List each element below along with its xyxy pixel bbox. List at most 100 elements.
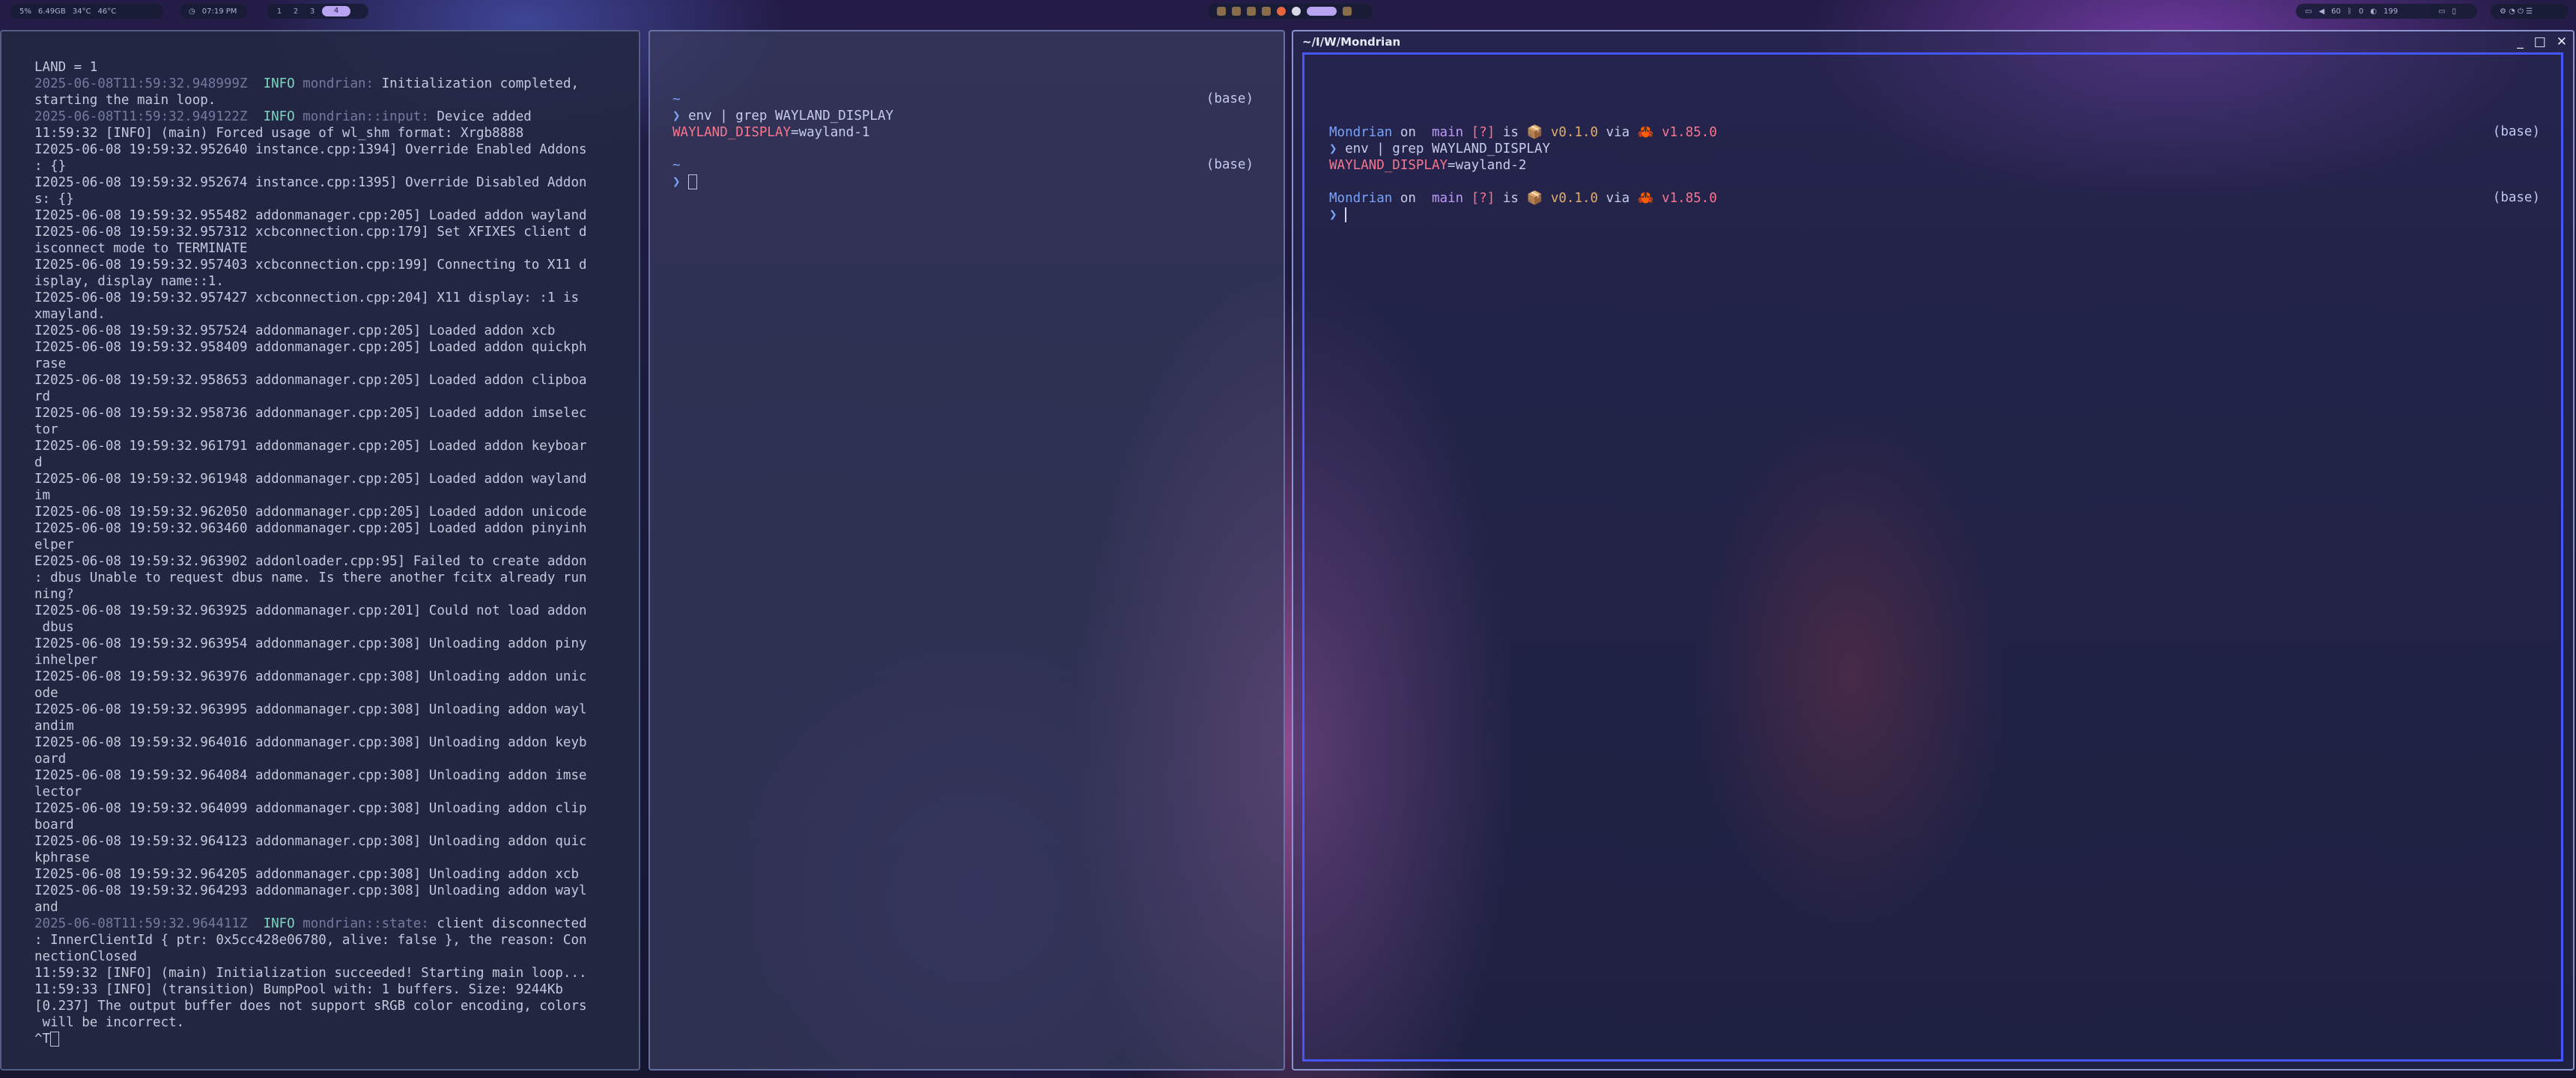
log-line: isconnect mode to TERMINATE <box>34 240 587 257</box>
log-level: INFO <box>263 76 295 91</box>
log-line: I2025-06-08 19:59:32.964293 addonmanager… <box>34 883 587 899</box>
package-version: v0.1.0 <box>1550 191 1599 206</box>
prompt-symbol: ❯ <box>1329 207 1337 222</box>
log-line: board <box>34 817 587 833</box>
log-line: andim <box>34 718 587 734</box>
workspace-3[interactable]: 3 <box>306 7 319 16</box>
log-timestamp: 2025-06-08T11:59:32.949122Z <box>34 109 248 124</box>
workspace-1[interactable]: 1 <box>273 7 286 16</box>
log-level: INFO <box>263 109 295 124</box>
log-text: tor <box>34 422 58 437</box>
log-text: I2025-06-08 19:59:32.961948 addonmanager… <box>34 472 587 487</box>
workspace-4[interactable]: 4 <box>322 6 350 16</box>
log-line: I2025-06-08 19:59:32.962050 addonmanager… <box>34 504 587 520</box>
log-line: I2025-06-08 19:59:32.957403 xcbconnectio… <box>34 257 587 273</box>
terminal-log-output: LAND = 1 2025-06-08T11:59:32.948999Z INFO… <box>34 59 587 1047</box>
maximize-button[interactable]: □ <box>2534 34 2546 49</box>
volume-icon[interactable]: ◀ <box>2318 7 2324 16</box>
log-text: inhelper <box>34 653 98 668</box>
active-app-icon[interactable] <box>1307 7 1337 16</box>
text-cursor[interactable] <box>688 174 698 189</box>
log-line: oard <box>34 751 587 767</box>
chrome-icon[interactable] <box>1292 7 1301 16</box>
display-icon[interactable]: ▭ <box>2305 7 2312 16</box>
archive-icon[interactable] <box>1343 7 1352 16</box>
window-title: ~/I/W/Mondrian <box>1302 35 1401 49</box>
log-line: isplay, display name::1. <box>34 273 587 290</box>
quick-settings[interactable]: ⚙ ◔ ⏻ ☰ <box>2491 4 2569 19</box>
command-text: env | grep WAYLAND_DISPLAY <box>688 109 894 124</box>
system-stats: 5% 6.49GB 34°C 46°C <box>10 4 163 19</box>
log-line: tor <box>34 421 587 438</box>
log-line: 11:59:33 [INFO] (transition) BumpPool wi… <box>34 981 587 998</box>
firefox-icon[interactable] <box>1277 7 1286 16</box>
conda-env-tag: (base) <box>2492 124 2540 139</box>
rust-version: v1.85.0 <box>1662 125 1717 140</box>
clock-pill[interactable]: ◷ 07:19 PM <box>180 4 247 19</box>
terminal-window-log[interactable]: LAND = 1 2025-06-08T11:59:32.948999Z INFO… <box>0 30 640 1071</box>
log-text: I2025-06-08 19:59:32.964123 addonmanager… <box>34 834 587 849</box>
settings-icon[interactable]: ⚙ ◔ ⏻ ☰ <box>2500 7 2533 16</box>
log-message: Device added <box>437 109 532 124</box>
log-text: isplay, display name::1. <box>34 274 224 289</box>
log-line: rd <box>34 389 587 405</box>
archive-icon[interactable] <box>1262 7 1271 16</box>
command-text: env | grep WAYLAND_DISPLAY <box>1345 141 1551 156</box>
log-line: and <box>34 899 587 916</box>
log-text: 11:59:32 [INFO] (main) Initialization su… <box>34 966 587 981</box>
archive-icon[interactable] <box>1232 7 1241 16</box>
log-line: I2025-06-08 19:59:32.964099 addonmanager… <box>34 800 587 817</box>
clock: 07:19 PM <box>201 7 237 16</box>
close-button[interactable]: ✕ <box>2557 34 2567 49</box>
log-text: elper <box>34 538 74 552</box>
log-line: I2025-06-08 19:59:32.964084 addonmanager… <box>34 767 587 784</box>
archive-icon[interactable] <box>1217 7 1226 16</box>
env-value: =wayland-1 <box>791 125 870 140</box>
minimize-button[interactable]: _ <box>2517 34 2524 49</box>
package-version: v0.1.0 <box>1550 125 1599 140</box>
text-cursor[interactable] <box>1345 207 1347 222</box>
env-key: WAYLAND_DISPLAY <box>1329 158 1448 173</box>
log-text: I2025-06-08 19:59:32.958653 addonmanager… <box>34 373 587 388</box>
archive-icon[interactable] <box>1247 7 1256 16</box>
system-tray: ▭ ◀ 60 ᛒ 0 ◐ 199 <box>2296 4 2441 19</box>
prompt-on: on <box>1400 125 1416 140</box>
log-line: I2025-06-08 19:59:32.955482 addonmanager… <box>34 207 587 224</box>
log-line: I2025-06-08 19:59:32.963925 addonmanager… <box>34 603 587 619</box>
git-status: [?] <box>1471 125 1495 140</box>
window-icon[interactable]: ▯ <box>2452 7 2456 16</box>
log-line: I2025-06-08 19:59:32.952674 instance.cpp… <box>34 174 587 191</box>
log-module: mondrian::state: <box>303 916 429 931</box>
log-text: xmayland. <box>34 307 106 322</box>
log-text: LAND = 1 <box>34 60 98 75</box>
cwd-indicator: ~ <box>672 158 681 173</box>
workspace-2[interactable]: 2 <box>289 7 303 16</box>
terminal-window-shell[interactable]: ~ ❯ env | grep WAYLAND_DISPLAY WAYLAND_D… <box>648 30 1285 1071</box>
log-text: dbus <box>34 620 74 635</box>
log-line: I2025-06-08 19:59:32.964016 addonmanager… <box>34 734 587 751</box>
rust-icon: 🦀 <box>1637 191 1654 206</box>
repo-name: Mondrian <box>1329 191 1393 206</box>
log-line: kphrase <box>34 850 587 866</box>
log-text: will be incorrect. <box>34 1015 185 1030</box>
screen-icon[interactable]: ▭ <box>2438 7 2445 16</box>
log-line: I2025-06-08 19:59:32.963976 addonmanager… <box>34 669 587 685</box>
bluetooth-icon[interactable]: ᛒ <box>2348 7 2352 16</box>
log-text: I2025-06-08 19:59:32.964016 addonmanager… <box>34 735 587 750</box>
package-icon: 📦 <box>1526 191 1543 206</box>
window-title-bar[interactable]: ~/I/W/Mondrian _ □ ✕ <box>1298 34 2569 51</box>
log-text: : {} <box>34 159 67 174</box>
log-text: starting the main loop. <box>34 93 216 108</box>
log-message: client disconnected <box>437 916 587 931</box>
brightness-level: 199 <box>2384 7 2399 16</box>
log-text: I2025-06-08 19:59:32.957312 xcbconnectio… <box>34 225 587 240</box>
log-text: rase <box>34 356 67 371</box>
brightness-icon[interactable]: ◐ <box>2370 7 2377 16</box>
log-text: [0.237] The output buffer does not suppo… <box>34 999 587 1014</box>
text-cursor[interactable] <box>50 1032 60 1047</box>
terminal-window-focused[interactable]: ~/I/W/Mondrian _ □ ✕ Mondrian on main [?… <box>1292 30 2575 1071</box>
log-module: mondrian::input: <box>303 109 429 124</box>
prompt-symbol: ❯ <box>672 109 681 124</box>
log-text: I2025-06-08 19:59:32.952640 instance.cpp… <box>34 142 587 157</box>
prompt-is: is <box>1502 191 1519 206</box>
